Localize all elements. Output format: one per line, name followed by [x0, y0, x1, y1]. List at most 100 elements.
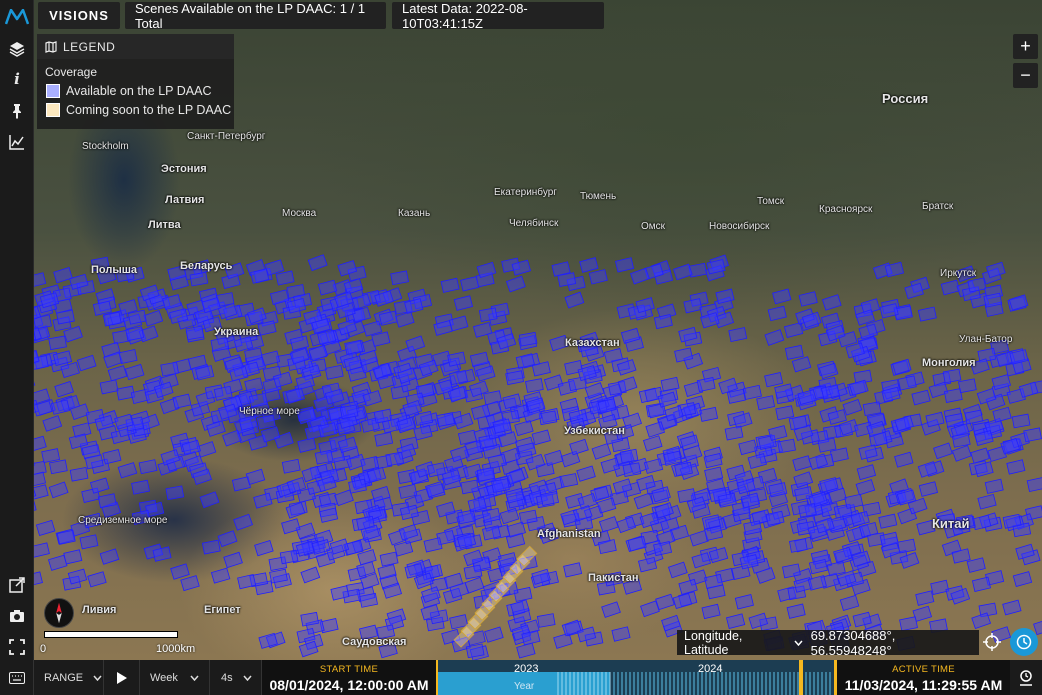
coverage-tile[interactable] — [977, 493, 997, 510]
coverage-tile[interactable] — [34, 272, 47, 288]
coverage-tile[interactable] — [484, 626, 504, 643]
coverage-tile[interactable] — [34, 471, 47, 488]
coverage-tile[interactable] — [544, 449, 564, 467]
coverage-tile[interactable] — [233, 513, 253, 531]
coverage-tile[interactable] — [569, 438, 589, 456]
coverage-tile[interactable] — [743, 384, 762, 400]
coverage-tile[interactable] — [300, 566, 321, 584]
coverage-tile[interactable] — [138, 459, 158, 475]
chart-icon[interactable] — [0, 127, 34, 157]
coverage-tile[interactable] — [476, 261, 497, 279]
coverage-tile[interactable] — [514, 420, 534, 437]
coverage-tile[interactable] — [904, 282, 924, 300]
coverage-tile[interactable] — [777, 438, 796, 454]
coverage-tile[interactable] — [199, 491, 220, 509]
zoom-out-button[interactable]: − — [1013, 63, 1038, 88]
coverage-tile[interactable] — [117, 462, 138, 479]
coverage-tile[interactable] — [640, 600, 660, 618]
coverage-tile[interactable] — [1023, 427, 1042, 443]
coverage-tile[interactable] — [892, 358, 912, 375]
coverage-tile[interactable] — [165, 485, 185, 501]
zoom-in-button[interactable]: + — [1013, 34, 1038, 59]
coverage-tile[interactable] — [253, 492, 273, 509]
coverage-tile[interactable] — [699, 406, 719, 422]
coverage-tile[interactable] — [118, 349, 138, 365]
coverage-tile[interactable] — [476, 467, 496, 482]
coverage-tile[interactable] — [53, 267, 73, 284]
coverage-tile[interactable] — [992, 406, 1012, 423]
coverage-tile[interactable] — [940, 279, 960, 296]
range-select[interactable]: RANGE — [34, 660, 104, 695]
coverage-tile[interactable] — [254, 539, 274, 557]
coverage-tile[interactable] — [576, 465, 596, 482]
coverage-tile[interactable] — [958, 378, 977, 394]
coverage-tile[interactable] — [465, 643, 485, 659]
coverage-tile[interactable] — [41, 448, 61, 464]
coverage-tile[interactable] — [930, 579, 950, 596]
coverage-tile[interactable] — [440, 277, 460, 293]
coverage-tile[interactable] — [849, 379, 869, 396]
coverage-tile[interactable] — [69, 466, 89, 482]
coverage-tile[interactable] — [842, 398, 863, 416]
coverage-tile[interactable] — [506, 275, 526, 293]
coverage-tile[interactable] — [767, 305, 787, 322]
coverage-tile[interactable] — [798, 291, 818, 307]
coverage-tile[interactable] — [285, 501, 306, 519]
coverage-tile[interactable] — [189, 271, 209, 287]
coverage-tile[interactable] — [696, 377, 716, 392]
coverage-tile[interactable] — [1006, 459, 1026, 475]
coverage-tile[interactable] — [531, 429, 551, 446]
coverage-tile[interactable] — [67, 568, 88, 585]
coverage-tile[interactable] — [89, 477, 110, 494]
coordinate-format-select[interactable]: Longitude, Latitude — [684, 629, 803, 657]
layers-icon[interactable] — [0, 34, 34, 64]
coverage-tile[interactable] — [405, 335, 426, 353]
coverage-tile[interactable] — [457, 509, 476, 525]
coverage-tile[interactable] — [398, 483, 418, 499]
coverage-tile[interactable] — [34, 571, 43, 587]
coverage-tile[interactable] — [317, 279, 338, 296]
coverage-tile[interactable] — [683, 298, 703, 314]
coverage-tile[interactable] — [911, 389, 931, 406]
timeline-settings-button[interactable] — [1010, 660, 1042, 695]
coverage-tile[interactable] — [789, 538, 808, 553]
coverage-tile[interactable] — [297, 437, 317, 453]
coverage-tile[interactable] — [201, 539, 221, 555]
coverage-tile[interactable] — [79, 534, 99, 550]
coverage-tile[interactable] — [124, 363, 145, 381]
coverage-tile[interactable] — [638, 556, 658, 573]
coverage-tile[interactable] — [791, 356, 812, 373]
step-select[interactable]: Week — [140, 660, 210, 695]
external-link-icon[interactable] — [0, 570, 34, 600]
coverage-tile[interactable] — [525, 378, 544, 393]
coverage-tile[interactable] — [275, 270, 295, 286]
coverage-tile[interactable] — [1012, 571, 1033, 588]
coverage-tile[interactable] — [839, 594, 860, 612]
coverage-tile[interactable] — [915, 590, 935, 606]
coverage-tile[interactable] — [786, 603, 806, 619]
coverage-tile[interactable] — [918, 481, 938, 497]
camera-icon[interactable] — [0, 601, 34, 631]
m-logo-icon[interactable] — [0, 2, 34, 32]
coverage-tile[interactable] — [374, 431, 394, 447]
coverage-tile[interactable] — [630, 267, 650, 285]
coverage-tile[interactable] — [784, 322, 804, 338]
coverage-tile[interactable] — [1002, 599, 1022, 616]
coverage-tile[interactable] — [784, 344, 804, 360]
coverage-tile[interactable] — [615, 257, 635, 273]
timeline-active-marker[interactable] — [799, 660, 803, 695]
coverage-tile[interactable] — [172, 393, 192, 409]
coverage-tile[interactable] — [34, 542, 50, 558]
coverage-tile[interactable] — [933, 442, 953, 460]
coverage-tile[interactable] — [775, 405, 795, 421]
coverage-tile[interactable] — [298, 640, 319, 658]
coverage-tile[interactable] — [643, 458, 664, 474]
coverage-tile[interactable] — [1018, 381, 1039, 398]
coverage-tile[interactable] — [772, 288, 792, 305]
coverage-tile[interactable] — [788, 415, 808, 431]
coverage-tile[interactable] — [54, 380, 74, 398]
coverage-tile[interactable] — [107, 365, 128, 382]
coverage-tile[interactable] — [49, 459, 68, 475]
coverage-tile[interactable] — [897, 375, 917, 391]
coverage-tile[interactable] — [99, 379, 119, 395]
